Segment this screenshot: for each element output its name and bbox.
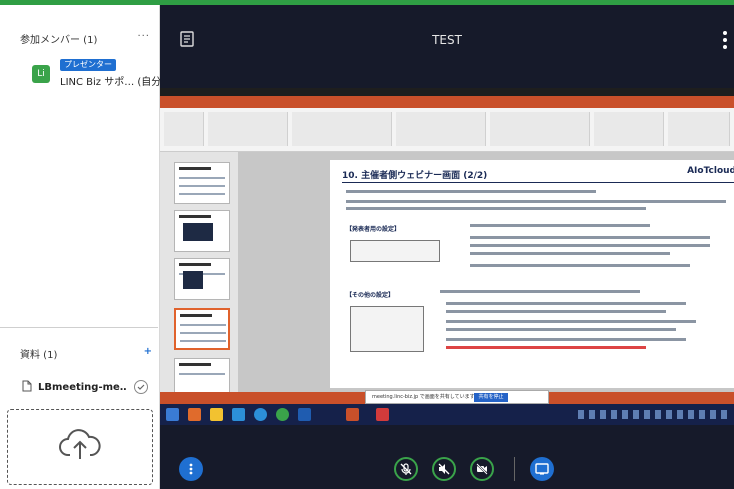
sidebar: 参加メンバー (1) ··· Li プレゼンター LINC Biz サポ… (自… bbox=[0, 5, 160, 489]
check-circle-icon[interactable] bbox=[134, 380, 148, 394]
member-name: LINC Biz サポ… (自分) bbox=[60, 77, 160, 88]
avatar: Li bbox=[32, 65, 50, 83]
file-icon bbox=[22, 380, 32, 395]
members-header: 参加メンバー (1) ··· bbox=[20, 31, 150, 47]
stop-sharing-button[interactable]: 共有を停止 bbox=[474, 393, 508, 402]
meeting-topbar: TEST bbox=[160, 5, 734, 80]
slide-section-presenter: 【発表者用の設定】 bbox=[346, 226, 401, 233]
os-taskbar bbox=[160, 404, 734, 425]
mic-off-icon[interactable] bbox=[394, 457, 418, 481]
menu-dots-icon[interactable] bbox=[179, 457, 203, 481]
slide-brand: AIoTcloud bbox=[687, 166, 734, 176]
documents-title: 資料 (1) bbox=[20, 350, 58, 361]
ppt-title-bar bbox=[160, 96, 734, 108]
add-document-button[interactable]: + bbox=[144, 346, 152, 361]
camera-off-icon[interactable] bbox=[470, 457, 494, 481]
slide-thumbnail-active bbox=[174, 308, 230, 350]
ppt-ribbon bbox=[160, 108, 734, 152]
slide-canvas: 10. 主催者側ウェビナー画面 (2/2) AIoTcloud 【発表者用の設定… bbox=[330, 160, 734, 388]
kebab-menu-icon[interactable] bbox=[722, 29, 728, 51]
member-item[interactable]: Li プレゼンター LINC Biz サポ… (自分) bbox=[20, 55, 160, 89]
slide-thumbnail bbox=[174, 258, 230, 300]
slide-thumbnail bbox=[174, 210, 230, 252]
screen-share-icon[interactable] bbox=[530, 457, 554, 481]
upload-dropzone[interactable] bbox=[7, 409, 153, 485]
controls-separator bbox=[514, 457, 515, 481]
slide-thumbnail-pane bbox=[160, 152, 238, 400]
slide-thumbnail bbox=[174, 162, 230, 204]
members-title: 参加メンバー (1) bbox=[20, 35, 98, 46]
document-item[interactable]: LBmeeting-me… bbox=[22, 378, 154, 396]
cloud-upload-icon bbox=[58, 429, 102, 465]
share-notification: meeting.linc-biz.jp で画面を共有しています。 共有を停止 bbox=[365, 390, 549, 404]
sidebar-divider bbox=[0, 327, 158, 328]
main-stage: TEST 10. 主催者側ウェビナー画面 (2/2) AIoTcloud 【発表… bbox=[160, 5, 734, 489]
document-file-name: LBmeeting-me… bbox=[38, 381, 126, 393]
slide-editor: 10. 主催者側ウェビナー画面 (2/2) AIoTcloud 【発表者用の設定… bbox=[238, 152, 734, 392]
meeting-title: TEST bbox=[432, 33, 462, 47]
slide-section-other: 【その他の設定】 bbox=[346, 292, 395, 299]
presenter-badge: プレゼンター bbox=[60, 59, 116, 71]
speaker-off-icon[interactable] bbox=[432, 457, 456, 481]
slide-title: 10. 主催者側ウェビナー画面 (2/2) bbox=[342, 171, 488, 181]
share-notification-text: meeting.linc-biz.jp で画面を共有しています。 bbox=[372, 394, 480, 400]
documents-header: 資料 (1) + bbox=[20, 346, 152, 361]
members-more-button[interactable]: ··· bbox=[137, 31, 150, 47]
shared-screen: 10. 主催者側ウェビナー画面 (2/2) AIoTcloud 【発表者用の設定… bbox=[160, 88, 734, 425]
